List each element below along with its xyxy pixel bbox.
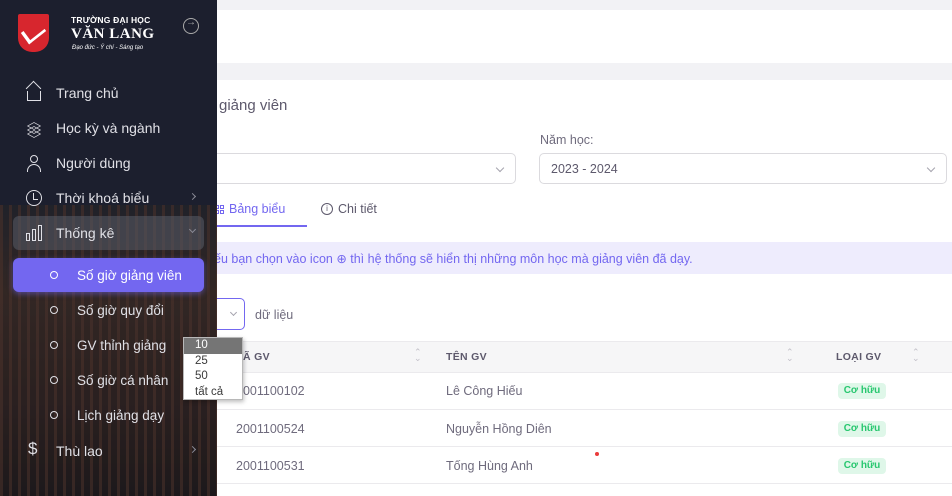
bar-chart-icon — [25, 224, 43, 242]
sidebar-item-label: Học kỳ và ngành — [56, 120, 161, 136]
sidebar-item-home[interactable]: Trang chủ — [13, 76, 204, 110]
column-header-id[interactable]: Ã GV — [243, 351, 270, 363]
year-select[interactable]: 2023 - 2024 — [539, 153, 947, 184]
cell-id: 2001100102 — [236, 384, 305, 398]
circle-icon — [50, 341, 58, 349]
user-icon — [25, 154, 43, 172]
sidebar-item-statistics[interactable]: Thống kê — [13, 216, 204, 250]
circle-icon — [50, 376, 58, 384]
status-badge: Cơ hữu — [838, 421, 886, 437]
sidebar-subitem-personal-hours[interactable]: Số giờ cá nhân — [13, 363, 204, 397]
university-logo[interactable] — [18, 14, 49, 52]
sidebar-item-label: Thù lao — [56, 443, 103, 459]
tab-detail[interactable]: i Chi tiết — [321, 202, 377, 216]
circle-icon — [50, 411, 58, 419]
status-badge: Cơ hữu — [838, 383, 886, 399]
tab-active-indicator — [210, 225, 307, 227]
chevron-down-icon — [495, 163, 505, 173]
sidebar-item-label: Người dùng — [56, 155, 131, 171]
tab-table-label: Bảng biểu — [229, 202, 286, 216]
sidebar-item-label: Trang chủ — [56, 85, 119, 101]
circle-icon — [50, 271, 58, 279]
sort-icon[interactable]: ⌃ ⌄ — [786, 348, 794, 363]
sidebar-item-label: Thống kê — [56, 225, 115, 241]
dropdown-option[interactable]: 10 — [184, 338, 242, 354]
sidebar-subitem-teaching-schedule[interactable]: Lịch giảng dạy — [13, 398, 204, 432]
column-header-type[interactable]: LOẠI GV — [836, 351, 881, 363]
cell-id: 2001100524 — [236, 422, 305, 436]
cell-id: 2001100531 — [236, 459, 305, 473]
year-select-value: 2023 - 2024 — [551, 162, 618, 176]
sidebar: TRƯỜNG ĐẠI HỌC VĂN LANG Đạo đức - Ý chí … — [0, 0, 217, 496]
cell-name: Lê Công Hiếu — [446, 384, 523, 398]
sidebar-subitem-lecturer-hours[interactable]: Số giờ giảng viên — [13, 258, 204, 292]
dropdown-option[interactable]: 25 — [184, 354, 242, 370]
sidebar-subitem-visiting-lecturers[interactable]: GV thỉnh giảng — [13, 328, 204, 362]
chevron-down-icon — [926, 163, 936, 173]
sidebar-item-remuneration[interactable]: $ Thù lao — [13, 434, 204, 468]
logo-tagline: Đạo đức - Ý chí - Sáng tạo — [72, 45, 144, 51]
sidebar-item-semester[interactable]: Học kỳ và ngành — [13, 111, 204, 145]
circle-icon — [50, 306, 58, 314]
dropdown-option[interactable]: 50 — [184, 369, 242, 385]
page-length-suffix: dữ liệu — [255, 308, 294, 322]
logo-line1: TRƯỜNG ĐẠI HỌC — [71, 15, 151, 25]
tab-table[interactable]: Bảng biểu — [215, 202, 285, 216]
sidebar-subitem-label: Số giờ giảng viên — [77, 267, 182, 283]
faculty-select[interactable] — [190, 153, 516, 184]
chevron-down-icon — [188, 225, 197, 234]
chevron-right-icon — [188, 192, 197, 201]
sidebar-subitem-label: Số giờ quy đổi — [77, 302, 164, 318]
status-badge: Cơ hữu — [838, 458, 886, 474]
sidebar-subitem-label: Số giờ cá nhân — [77, 372, 169, 388]
logo-line2: VĂN LANG — [71, 26, 155, 42]
info-icon: i — [321, 203, 333, 215]
clock-icon — [25, 189, 43, 207]
sidebar-subitem-converted-hours[interactable]: Số giờ quy đổi — [13, 293, 204, 327]
column-header-name[interactable]: TÊN GV — [446, 351, 487, 363]
page-title: ờ giảng viên — [205, 97, 288, 114]
chevron-down-icon — [229, 308, 238, 317]
chevron-right-icon — [188, 445, 197, 454]
page-length-dropdown: 10 25 50 tất cả — [183, 337, 243, 400]
cursor-dot — [595, 452, 599, 456]
sort-icon[interactable]: ⌃ ⌄ — [912, 348, 920, 363]
notice-text: ếu bạn chọn vào icon ⊕ thì hệ thống sẽ h… — [214, 252, 693, 266]
collapse-sidebar-icon[interactable] — [183, 17, 199, 34]
sidebar-subitem-label: Lịch giảng dạy — [77, 407, 165, 423]
top-navbar — [217, 10, 952, 63]
sort-icon[interactable]: ⌃ ⌄ — [414, 348, 422, 363]
sidebar-item-users[interactable]: Người dùng — [13, 146, 204, 180]
cell-name: Tống Hùng Anh — [446, 459, 533, 473]
layers-icon — [25, 119, 43, 138]
sidebar-subitem-label: GV thỉnh giảng — [77, 337, 167, 353]
dollar-icon: $ — [28, 439, 38, 458]
dropdown-option[interactable]: tất cả — [184, 385, 242, 401]
tab-detail-label: Chi tiết — [338, 202, 377, 216]
year-label: Năm học: — [540, 133, 594, 147]
cell-name: Nguyễn Hồng Diên — [446, 422, 552, 436]
sidebar-item-label: Thời khoá biểu — [56, 190, 150, 206]
home-icon — [25, 84, 43, 102]
sidebar-item-timetable[interactable]: Thời khoá biểu — [13, 181, 204, 215]
